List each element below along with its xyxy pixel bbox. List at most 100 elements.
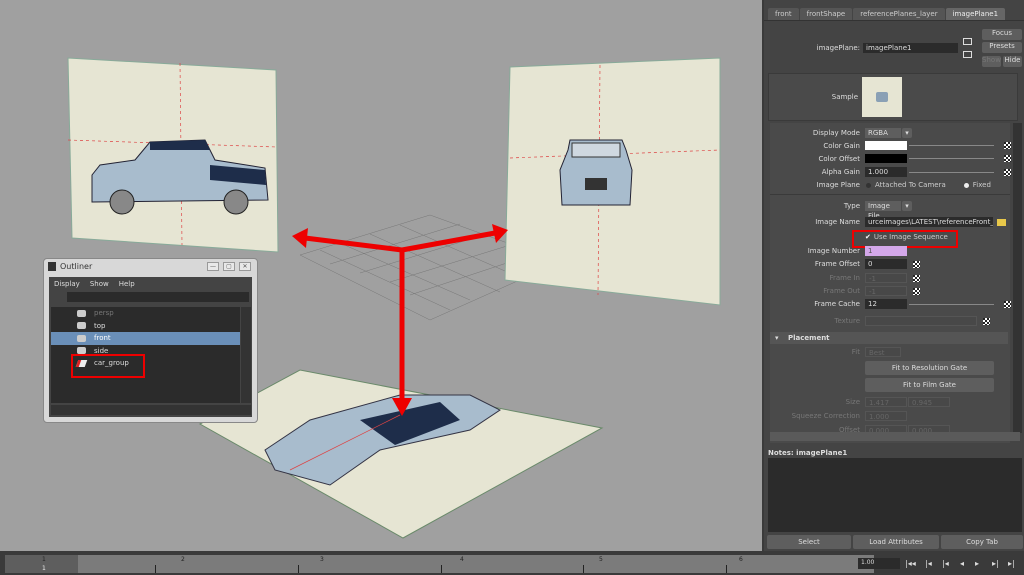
alpha-gain-slider[interactable] bbox=[909, 171, 994, 173]
fixed-label: Fixed bbox=[972, 181, 991, 189]
map-button-icon[interactable] bbox=[1004, 300, 1011, 308]
tab-referenceplanes-layer[interactable]: referencePlanes_layer bbox=[853, 8, 945, 20]
image-number-field[interactable]: 1 bbox=[865, 246, 907, 256]
color-offset-swatch[interactable] bbox=[865, 154, 907, 163]
outliner-icon bbox=[48, 262, 56, 271]
input-connection-icon[interactable] bbox=[963, 38, 972, 45]
fit-to-resolution-gate-button[interactable]: Fit to Resolution Gate bbox=[865, 361, 994, 375]
size-x-field[interactable]: 1.417 bbox=[865, 397, 907, 407]
node-name-field[interactable]: imagePlane1 bbox=[863, 43, 958, 53]
map-button-icon[interactable] bbox=[913, 287, 920, 295]
minimize-button[interactable]: — bbox=[207, 262, 219, 271]
menu-show[interactable]: Show bbox=[90, 280, 109, 288]
folder-icon[interactable] bbox=[997, 218, 1006, 226]
outliner-item-front[interactable]: front bbox=[51, 332, 240, 345]
load-attributes-button[interactable]: Load Attributes bbox=[853, 535, 939, 549]
current-time-field[interactable]: 1.00 bbox=[858, 558, 900, 569]
node-label: imagePlane: bbox=[816, 44, 860, 52]
texture-field[interactable] bbox=[865, 316, 977, 326]
go-end-icon[interactable]: ▸| bbox=[1008, 559, 1015, 568]
frame-in-label: Frame In bbox=[829, 274, 860, 282]
map-button-icon[interactable] bbox=[1004, 142, 1011, 149]
frame-out-field[interactable]: -1 bbox=[865, 286, 907, 296]
menu-display[interactable]: Display bbox=[54, 280, 80, 288]
fit-to-film-gate-button[interactable]: Fit to Film Gate bbox=[865, 378, 994, 392]
play-forward-icon[interactable]: ▸ bbox=[975, 559, 979, 568]
close-button[interactable]: ✕ bbox=[239, 262, 251, 271]
outliner-window[interactable]: Outliner — ▢ ✕ Display Show Help persp top… bbox=[43, 258, 258, 423]
play-back-icon[interactable]: ◂ bbox=[960, 559, 964, 568]
size-y-field[interactable]: 0.945 bbox=[908, 397, 950, 407]
presets-button[interactable]: Presets bbox=[982, 42, 1022, 53]
attribute-vscroll[interactable] bbox=[1013, 123, 1022, 433]
display-mode-select[interactable]: RGBA bbox=[865, 128, 901, 138]
fit-select[interactable]: Best bbox=[865, 347, 901, 357]
tab-frontshape[interactable]: frontShape bbox=[799, 8, 853, 20]
image-plane-label: Image Plane bbox=[816, 181, 860, 189]
collapse-triangle-icon: ▾ bbox=[775, 334, 779, 342]
menu-help[interactable]: Help bbox=[119, 280, 135, 288]
map-button-icon[interactable] bbox=[983, 317, 990, 325]
map-button-icon[interactable] bbox=[913, 274, 920, 282]
color-gain-slider[interactable] bbox=[909, 145, 994, 146]
map-button-icon[interactable] bbox=[913, 260, 920, 268]
outliner-vscroll[interactable] bbox=[241, 307, 251, 403]
go-start-icon[interactable]: |◂◂ bbox=[905, 559, 916, 568]
section-placement[interactable]: ▾ Placement bbox=[770, 332, 1008, 344]
output-connection-icon[interactable] bbox=[963, 51, 972, 58]
type-label: Type bbox=[843, 202, 860, 210]
copy-tab-button[interactable]: Copy Tab bbox=[941, 535, 1023, 549]
frame-offset-field[interactable]: 0 bbox=[865, 259, 907, 269]
fit-label: Fit bbox=[851, 348, 860, 356]
time-slider[interactable]: 1 2 3 4 5 6 1 1.00 |◂◂ |◂ |◂ ◂ ▸ ▸| ▸| bbox=[0, 552, 1024, 575]
image-name-field[interactable]: urceimages\LATEST\referenceFront_v1.tif bbox=[865, 217, 993, 227]
color-gain-label: Color Gain bbox=[823, 141, 860, 150]
focus-button[interactable]: Focus bbox=[982, 29, 1022, 40]
outliner-item-top[interactable]: top bbox=[51, 320, 240, 333]
squeeze-correction-field[interactable]: 1.000 bbox=[865, 411, 907, 421]
alpha-gain-field[interactable]: 1.000 bbox=[865, 167, 907, 177]
type-select[interactable]: Image File bbox=[865, 201, 901, 220]
radio-fixed[interactable] bbox=[963, 182, 969, 188]
viewport-3d[interactable]: Outliner — ▢ ✕ Display Show Help persp top… bbox=[0, 0, 762, 551]
sample-swatch bbox=[862, 77, 902, 117]
select-button[interactable]: Select bbox=[767, 535, 851, 549]
radio-attached-to-camera[interactable] bbox=[866, 182, 871, 188]
frame-cache-slider[interactable] bbox=[909, 303, 994, 305]
outliner-filter-input[interactable] bbox=[67, 292, 249, 302]
step-back-key-icon[interactable]: |◂ bbox=[925, 559, 932, 568]
color-gain-swatch[interactable] bbox=[865, 141, 907, 150]
tick-label: 4 bbox=[460, 556, 464, 563]
step-forward-icon[interactable]: ▸| bbox=[992, 559, 999, 568]
camera-icon bbox=[77, 334, 86, 342]
tick-label: 1 bbox=[42, 556, 46, 563]
tick-label: 2 bbox=[181, 556, 185, 563]
map-button-icon[interactable] bbox=[1004, 155, 1011, 162]
hide-button[interactable]: Hide bbox=[1003, 56, 1022, 67]
show-button[interactable]: Show bbox=[982, 56, 1001, 67]
frame-cache-field[interactable]: 12 bbox=[865, 299, 907, 309]
chevron-down-icon[interactable]: ▾ bbox=[902, 201, 912, 211]
current-frame-marker: 1 bbox=[42, 565, 46, 572]
tick-label: 3 bbox=[320, 556, 324, 563]
tick-label: 5 bbox=[599, 556, 603, 563]
notes-textarea[interactable] bbox=[768, 458, 1022, 532]
tab-front[interactable]: front bbox=[768, 8, 799, 20]
color-offset-slider[interactable] bbox=[909, 158, 994, 159]
frame-in-field[interactable]: -1 bbox=[865, 273, 907, 283]
map-button-icon[interactable] bbox=[1004, 168, 1011, 176]
outliner-title: Outliner bbox=[60, 262, 93, 271]
camera-icon bbox=[77, 309, 86, 317]
chevron-down-icon[interactable]: ▾ bbox=[902, 128, 912, 138]
step-back-icon[interactable]: |◂ bbox=[942, 559, 949, 568]
image-name-label: Image Name bbox=[815, 218, 860, 226]
notes-label: Notes: imagePlane1 bbox=[768, 449, 848, 457]
color-offset-label: Color Offset bbox=[818, 154, 860, 163]
attribute-hscroll[interactable] bbox=[770, 432, 1020, 441]
outliner-item-persp[interactable]: persp bbox=[51, 307, 240, 320]
outliner-hscroll[interactable] bbox=[51, 405, 251, 415]
tab-imageplane1[interactable]: imagePlane1 bbox=[945, 8, 1006, 20]
car-thumbnail-icon bbox=[876, 92, 888, 102]
highlight-box-car-group bbox=[71, 354, 145, 378]
maximize-button[interactable]: ▢ bbox=[223, 262, 235, 271]
